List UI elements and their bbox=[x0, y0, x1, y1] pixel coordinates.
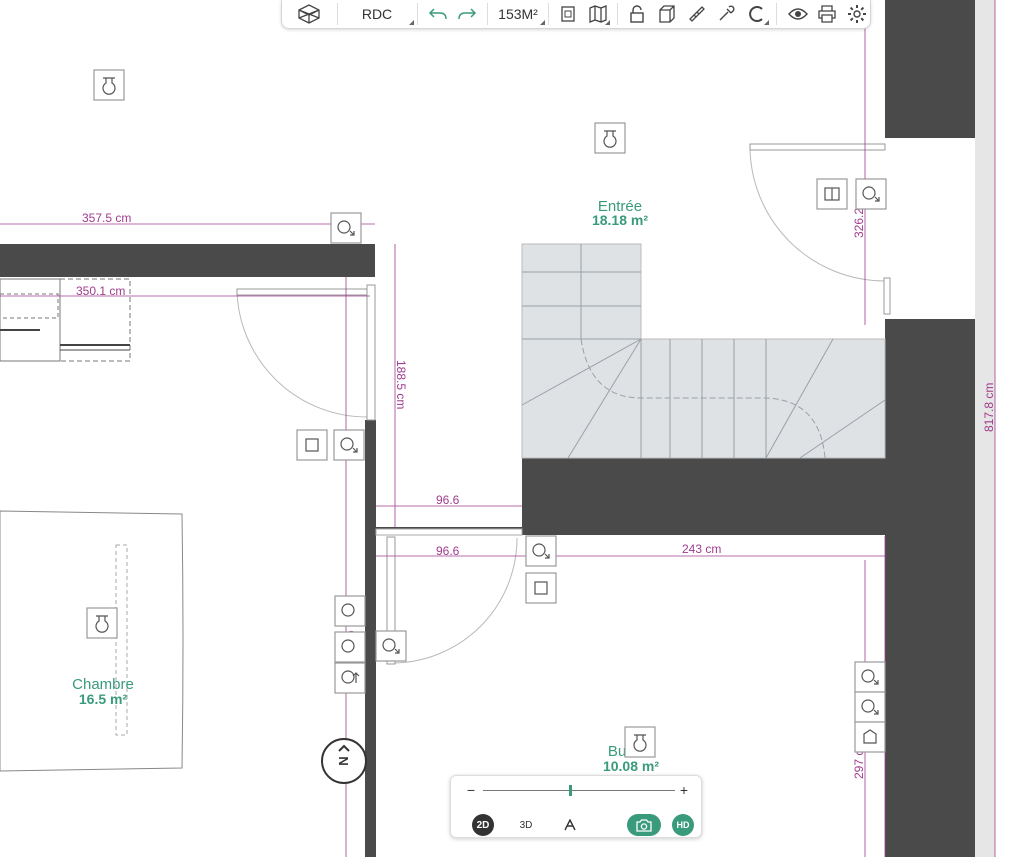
wall-right-lower bbox=[885, 319, 975, 857]
compass-icon[interactable]: N bbox=[321, 738, 367, 784]
outlet-icon[interactable] bbox=[334, 595, 366, 627]
dimension-label: 188.5 cm bbox=[394, 360, 408, 409]
redo-icon bbox=[458, 8, 477, 20]
chevron-down-icon bbox=[764, 20, 769, 25]
level-selector[interactable]: RDC bbox=[338, 0, 416, 28]
surface-label: 153M² bbox=[498, 6, 538, 22]
switch-icon[interactable] bbox=[296, 429, 328, 461]
zoom-in-button[interactable]: + bbox=[676, 782, 692, 798]
snapshot-button[interactable] bbox=[627, 814, 661, 836]
outlet-icon[interactable] bbox=[333, 429, 365, 461]
chevron-down-icon bbox=[540, 20, 545, 25]
room-area: 16.5 m² bbox=[79, 691, 128, 707]
settings-icon bbox=[848, 5, 866, 23]
outlet-icon[interactable] bbox=[330, 212, 362, 244]
box-3d-icon bbox=[659, 5, 675, 23]
visibility-button[interactable] bbox=[784, 0, 812, 28]
box-3d-button[interactable] bbox=[654, 0, 680, 28]
ceiling-light-icon[interactable] bbox=[594, 122, 626, 154]
outlet-icon[interactable] bbox=[525, 535, 557, 567]
eyedropper-button[interactable] bbox=[713, 0, 739, 28]
room-area: 18.18 m² bbox=[592, 212, 648, 228]
zoom-slider-thumb[interactable] bbox=[569, 785, 573, 796]
camera-icon bbox=[636, 818, 652, 832]
eyedropper-icon bbox=[719, 5, 735, 21]
outlet-icon[interactable] bbox=[854, 661, 886, 693]
undo-button[interactable] bbox=[424, 0, 452, 28]
magnet-button[interactable] bbox=[743, 0, 771, 28]
navigation-arrow-icon bbox=[564, 819, 576, 831]
zoom-slider[interactable] bbox=[483, 790, 675, 791]
wall-vertical-middle bbox=[365, 420, 376, 857]
print-icon bbox=[818, 5, 836, 23]
outlet-icon[interactable] bbox=[854, 691, 886, 723]
compass-label: N bbox=[336, 756, 351, 765]
eye-icon bbox=[788, 8, 808, 20]
dimension-label: 96.6 bbox=[436, 544, 460, 558]
surface-button[interactable]: 153M² bbox=[489, 0, 547, 28]
settings-button[interactable] bbox=[843, 0, 871, 28]
hd-button[interactable]: HD bbox=[672, 814, 694, 836]
dimension-label: 243 cm bbox=[682, 542, 721, 556]
lock-icon bbox=[630, 5, 644, 23]
compass-orient-button[interactable] bbox=[559, 814, 581, 836]
chevron-down-icon bbox=[605, 20, 610, 25]
redo-button[interactable] bbox=[453, 0, 481, 28]
mode-3d-button[interactable]: 3D bbox=[515, 814, 537, 836]
outlet-icon[interactable] bbox=[375, 630, 407, 662]
dimension-label: 96.6 bbox=[436, 493, 460, 507]
undo-icon bbox=[428, 8, 447, 20]
outlet-icon[interactable] bbox=[855, 178, 887, 210]
network-outlet-icon[interactable] bbox=[854, 721, 886, 753]
outlet-icon[interactable] bbox=[334, 662, 366, 694]
outlet-icon[interactable] bbox=[334, 631, 366, 663]
wall-top-left bbox=[0, 244, 375, 277]
switch-icon[interactable] bbox=[525, 572, 557, 604]
zoom-out-button[interactable]: − bbox=[463, 782, 479, 798]
report-button[interactable] bbox=[555, 0, 581, 28]
dimension-label: 350.1 cm bbox=[76, 284, 125, 298]
ceiling-light-icon[interactable] bbox=[624, 726, 656, 758]
view-mode-button[interactable] bbox=[292, 0, 326, 28]
map-button[interactable] bbox=[584, 0, 612, 28]
floor-plan-canvas[interactable]: 357.5 cm 350.1 cm 96.6 96.6 243 cm 188.5… bbox=[0, 0, 1024, 857]
print-button[interactable] bbox=[813, 0, 841, 28]
measure-button[interactable] bbox=[684, 0, 710, 28]
lock-button[interactable] bbox=[625, 0, 649, 28]
ceiling-light-icon[interactable] bbox=[86, 607, 118, 639]
level-label: RDC bbox=[361, 6, 393, 22]
wall-stair-base bbox=[522, 458, 885, 535]
dimension-label: 817.8 cm bbox=[982, 383, 996, 432]
chevron-down-icon bbox=[409, 20, 414, 25]
ceiling-light-icon[interactable] bbox=[93, 69, 125, 101]
room-area: 10.08 m² bbox=[603, 758, 659, 774]
wall-right-upper bbox=[885, 0, 975, 138]
ruler-icon bbox=[689, 6, 705, 22]
switch-icon[interactable] bbox=[816, 178, 848, 210]
mode-2d-button[interactable]: 2D bbox=[472, 814, 494, 836]
report-icon bbox=[561, 6, 575, 22]
view-control-panel: − + 2D 3D HD bbox=[450, 775, 702, 838]
top-toolbar: RDC 153M² bbox=[281, 0, 871, 29]
bed bbox=[0, 510, 184, 772]
cube-view-icon bbox=[298, 4, 320, 24]
staircase bbox=[521, 243, 886, 459]
dimension-label: 357.5 cm bbox=[82, 211, 131, 225]
